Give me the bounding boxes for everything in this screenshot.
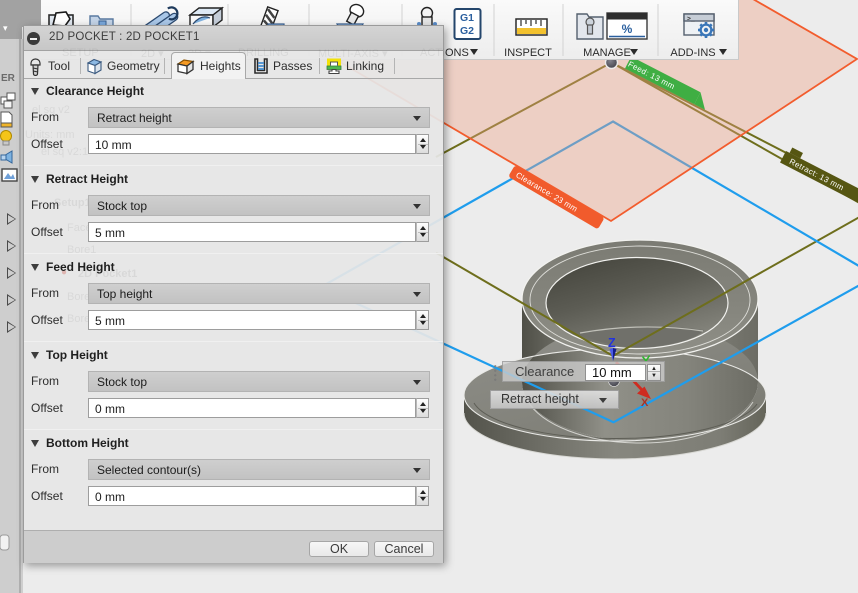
svg-text:Z: Z [608, 336, 616, 350]
svg-text:INSPECT: INSPECT [504, 47, 552, 59]
svg-text:ER: ER [1, 73, 16, 84]
svg-text:X: X [641, 397, 649, 409]
svg-text:%: % [622, 22, 633, 36]
svg-text:MANAGE: MANAGE [583, 47, 631, 59]
svg-text:G2: G2 [460, 25, 474, 37]
svg-text:>_: >_ [687, 16, 695, 23]
svg-text:G1: G1 [460, 12, 474, 24]
svg-text:ADD-INS: ADD-INS [670, 47, 715, 59]
